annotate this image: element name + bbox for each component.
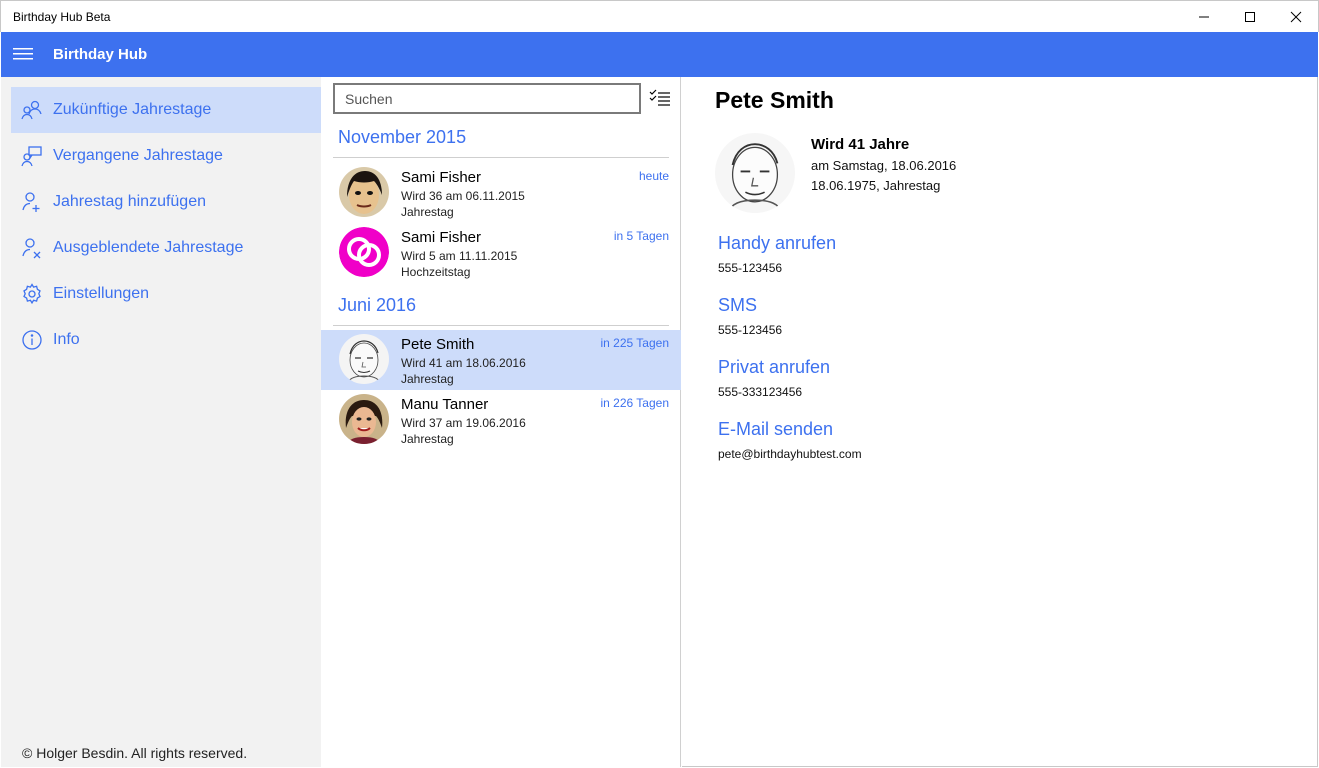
list-item[interactable]: Sami Fisher Wird 5 am 11.11.2015 Hochzei… bbox=[333, 223, 681, 283]
days-until: in 225 Tagen bbox=[600, 336, 669, 350]
anniversary-type: Jahrestag bbox=[401, 432, 454, 446]
group-divider bbox=[333, 157, 669, 158]
anniversary-info: Wird 5 am 11.11.2015 bbox=[401, 249, 518, 263]
minimize-button[interactable] bbox=[1181, 1, 1227, 33]
minimize-icon bbox=[1199, 16, 1209, 18]
home-number: 555-333123456 bbox=[718, 385, 803, 399]
person-chat-icon bbox=[21, 145, 43, 167]
gear-icon bbox=[21, 283, 43, 305]
anniversary-info: Wird 37 am 19.06.2016 bbox=[401, 416, 526, 430]
list-item-selected[interactable]: Pete Smith Wird 41 am 18.06.2016 Jahrest… bbox=[321, 330, 681, 390]
nav-item-label: Einstellungen bbox=[53, 285, 150, 302]
nav-item-upcoming[interactable]: Zukünftige Jahrestage bbox=[11, 87, 321, 133]
mobile-number: 555-123456 bbox=[718, 261, 783, 275]
photo-avatar bbox=[339, 167, 389, 217]
nav-item-label: Jahrestag hinzufügen bbox=[53, 193, 206, 210]
hamburger-menu-icon[interactable] bbox=[13, 46, 35, 62]
info-icon bbox=[21, 329, 43, 351]
app-header: Birthday Hub bbox=[1, 32, 1318, 77]
anniversary-info: Wird 41 am 18.06.2016 bbox=[401, 356, 526, 370]
detail-pane: Pete Smith Wird 41 Jahre am Samstag, 18.… bbox=[682, 77, 1318, 767]
anniversary-type: Jahrestag bbox=[401, 372, 454, 386]
group-header: November 2015 bbox=[338, 127, 467, 147]
sms-link[interactable]: SMS bbox=[718, 295, 757, 316]
maximize-button[interactable] bbox=[1227, 1, 1273, 33]
window-title: Birthday Hub Beta bbox=[13, 10, 111, 24]
maximize-icon bbox=[1245, 12, 1255, 22]
wedding-rings-icon bbox=[339, 227, 389, 277]
add-person-icon bbox=[21, 191, 43, 213]
days-until: in 226 Tagen bbox=[600, 396, 669, 410]
nav-item-label: Vergangene Jahrestage bbox=[53, 147, 223, 164]
original-date-text: 18.06.1975, Jahrestag bbox=[811, 178, 941, 193]
sort-list-icon[interactable] bbox=[649, 88, 671, 108]
group-divider bbox=[333, 325, 669, 326]
anniversary-info: Wird 36 am 06.11.2015 bbox=[401, 189, 525, 203]
navigation-pane: Zukünftige Jahrestage Vergangene Jahrest… bbox=[1, 77, 321, 767]
list-item[interactable]: Manu Tanner Wird 37 am 19.06.2016 Jahres… bbox=[333, 390, 681, 450]
detail-name: Pete Smith bbox=[715, 87, 834, 113]
group-header: Juni 2016 bbox=[338, 295, 417, 315]
nav-item-add[interactable]: Jahrestag hinzufügen bbox=[11, 179, 321, 225]
person-name: Pete Smith bbox=[401, 336, 475, 353]
days-until: heute bbox=[638, 169, 669, 183]
close-icon bbox=[1290, 11, 1302, 23]
app-title: Birthday Hub bbox=[53, 46, 148, 63]
person-name: Manu Tanner bbox=[401, 396, 489, 413]
search-input[interactable] bbox=[333, 83, 641, 114]
anniversary-date-text: am Samstag, 18.06.2016 bbox=[811, 158, 957, 173]
person-name: Sami Fisher bbox=[401, 169, 482, 186]
person-name: Sami Fisher bbox=[401, 229, 482, 246]
nav-item-label: Ausgeblendete Jahrestage bbox=[53, 239, 244, 256]
email-address: pete@birthdayhubtest.com bbox=[718, 447, 862, 461]
nav-item-info[interactable]: Info bbox=[11, 317, 321, 363]
copyright-footer: © Holger Besdin. All rights reserved. bbox=[22, 745, 248, 761]
nav-item-settings[interactable]: Einstellungen bbox=[11, 271, 321, 317]
anniversary-list: November 2015 Sami Fisher Wird 36 am 06.… bbox=[321, 77, 681, 767]
call-mobile-link[interactable]: Handy anrufen bbox=[718, 233, 836, 254]
hidden-person-icon bbox=[21, 237, 43, 259]
nav-item-past[interactable]: Vergangene Jahrestage bbox=[11, 133, 321, 179]
call-home-link[interactable]: Privat anrufen bbox=[718, 357, 830, 378]
close-button[interactable] bbox=[1273, 1, 1319, 33]
photo-avatar bbox=[339, 394, 389, 444]
anniversary-type: Jahrestag bbox=[401, 205, 454, 219]
days-until: in 5 Tagen bbox=[613, 229, 669, 243]
people-icon bbox=[21, 99, 43, 121]
detail-avatar bbox=[715, 133, 795, 213]
anniversary-type: Hochzeitstag bbox=[401, 265, 471, 279]
window-titlebar: Birthday Hub Beta bbox=[0, 0, 1319, 32]
sketch-avatar bbox=[339, 334, 389, 384]
send-email-link[interactable]: E-Mail senden bbox=[718, 419, 833, 440]
nav-item-hidden[interactable]: Ausgeblendete Jahrestage bbox=[11, 225, 321, 271]
list-item[interactable]: Sami Fisher Wird 36 am 06.11.2015 Jahres… bbox=[333, 163, 681, 223]
nav-item-label: Info bbox=[53, 331, 80, 348]
sms-number: 555-123456 bbox=[718, 323, 783, 337]
age-text: Wird 41 Jahre bbox=[811, 136, 910, 153]
nav-item-label: Zukünftige Jahrestage bbox=[53, 101, 212, 118]
